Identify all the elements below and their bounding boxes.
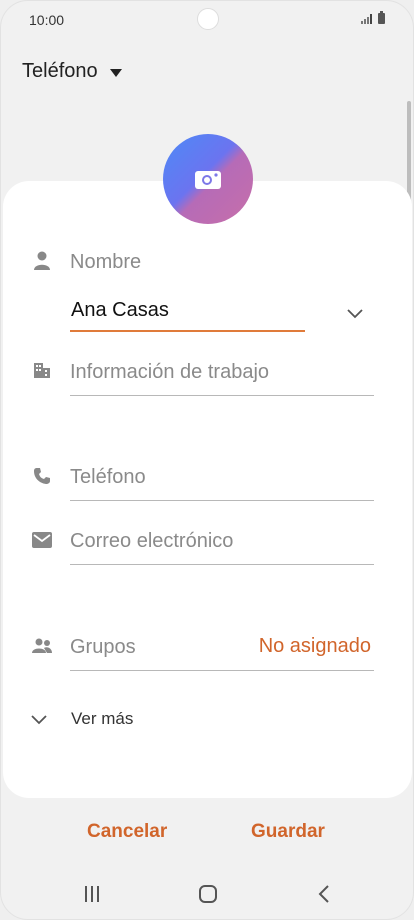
contact-form-card — [3, 181, 412, 798]
name-input[interactable]: Ana Casas — [71, 299, 169, 322]
see-more-label: Ver más — [71, 709, 134, 728]
action-bar: Cancelar Guardar — [1, 821, 413, 851]
work-info-field[interactable]: Información de trabajo — [70, 361, 269, 384]
name-label: Nombre — [70, 251, 142, 273]
envelope-icon — [31, 529, 53, 551]
chevron-down-icon — [31, 715, 47, 725]
device-screen: 10:00 Teléfono Nombre Ana Casas Informac… — [0, 0, 414, 920]
back-icon — [318, 885, 329, 903]
expand-name-button[interactable] — [344, 302, 366, 324]
home-icon — [199, 885, 217, 903]
phone-icon — [31, 465, 53, 487]
see-more-button[interactable]: Ver más — [29, 709, 133, 729]
building-icon — [31, 359, 53, 381]
status-icons — [361, 11, 385, 24]
dropdown-triangle-icon — [109, 68, 122, 77]
home-button[interactable] — [193, 881, 223, 907]
phone-underline — [70, 500, 374, 501]
navigation-bar — [1, 871, 413, 917]
people-icon — [31, 635, 53, 657]
name-input-underline — [70, 330, 305, 332]
groups-value[interactable]: No asignado — [259, 635, 371, 658]
groups-underline — [70, 670, 374, 671]
front-camera-cutout — [197, 8, 219, 30]
chevron-down-icon — [347, 309, 363, 319]
person-icon — [31, 250, 53, 272]
back-button[interactable] — [309, 881, 339, 907]
email-field[interactable]: Correo electrónico — [70, 530, 233, 553]
recent-apps-button[interactable] — [77, 881, 107, 907]
signal-icon — [361, 14, 372, 24]
phone-field[interactable]: Teléfono — [70, 466, 146, 489]
add-photo-button[interactable] — [163, 134, 253, 224]
camera-icon — [195, 171, 221, 189]
work-info-underline — [70, 395, 374, 396]
account-selector[interactable]: Teléfono — [22, 60, 122, 83]
groups-label: Grupos — [70, 636, 136, 658]
email-underline — [70, 564, 374, 565]
status-bar: 10:00 — [1, 1, 413, 41]
save-button[interactable]: Guardar — [251, 821, 325, 843]
recent-apps-icon — [85, 886, 99, 902]
status-time: 10:00 — [29, 12, 65, 28]
battery-icon — [378, 11, 385, 24]
account-label: Teléfono — [22, 60, 98, 82]
cancel-button[interactable]: Cancelar — [87, 821, 167, 843]
